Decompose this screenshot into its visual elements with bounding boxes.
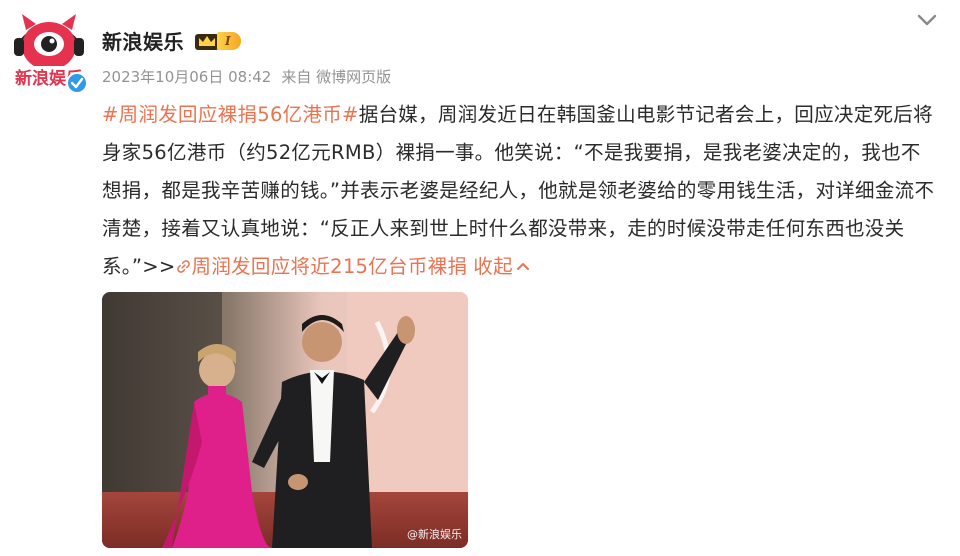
article-link-text: 周润发回应将近215亿台币裸捐	[191, 255, 468, 278]
article-link[interactable]: 周润发回应将近215亿台币裸捐	[176, 255, 468, 278]
post-text: #周润发回应裸捐56亿港币#据台媒，周润发近日在韩国釜山电影节记者会上，回应决定…	[102, 96, 938, 286]
photo-watermark-text: @新浪娱乐	[407, 528, 462, 541]
post-photo[interactable]: @新浪娱乐	[102, 292, 468, 548]
post-source: 来自 微博网页版	[281, 68, 392, 86]
topic-link[interactable]: #周润发回应裸捐56亿港币#	[102, 103, 359, 126]
collapse-button[interactable]: 收起	[473, 255, 531, 278]
vip-badge[interactable]: I	[194, 29, 241, 53]
post-meta: 2023年10月06日 08:42 来自 微博网页版	[102, 66, 391, 87]
chevron-up-icon	[516, 263, 529, 270]
chevron-down-icon[interactable]	[916, 12, 938, 28]
author-name[interactable]: 新浪娱乐	[102, 26, 184, 55]
post-header: 新浪娱乐 I	[102, 26, 241, 55]
post-date[interactable]: 2023年10月06日 08:42	[102, 66, 271, 87]
vip-level: I	[217, 31, 241, 50]
verified-badge-icon	[66, 72, 88, 94]
collapse-label: 收起	[473, 255, 513, 278]
post-body: 据台媒，周润发近日在韩国釜山电影节记者会上，回应决定死后将身家56亿港币（约52…	[102, 103, 935, 278]
photo-watermark: @新浪娱乐	[407, 526, 462, 542]
red-carpet-photo	[102, 292, 468, 548]
link-icon	[176, 260, 190, 273]
